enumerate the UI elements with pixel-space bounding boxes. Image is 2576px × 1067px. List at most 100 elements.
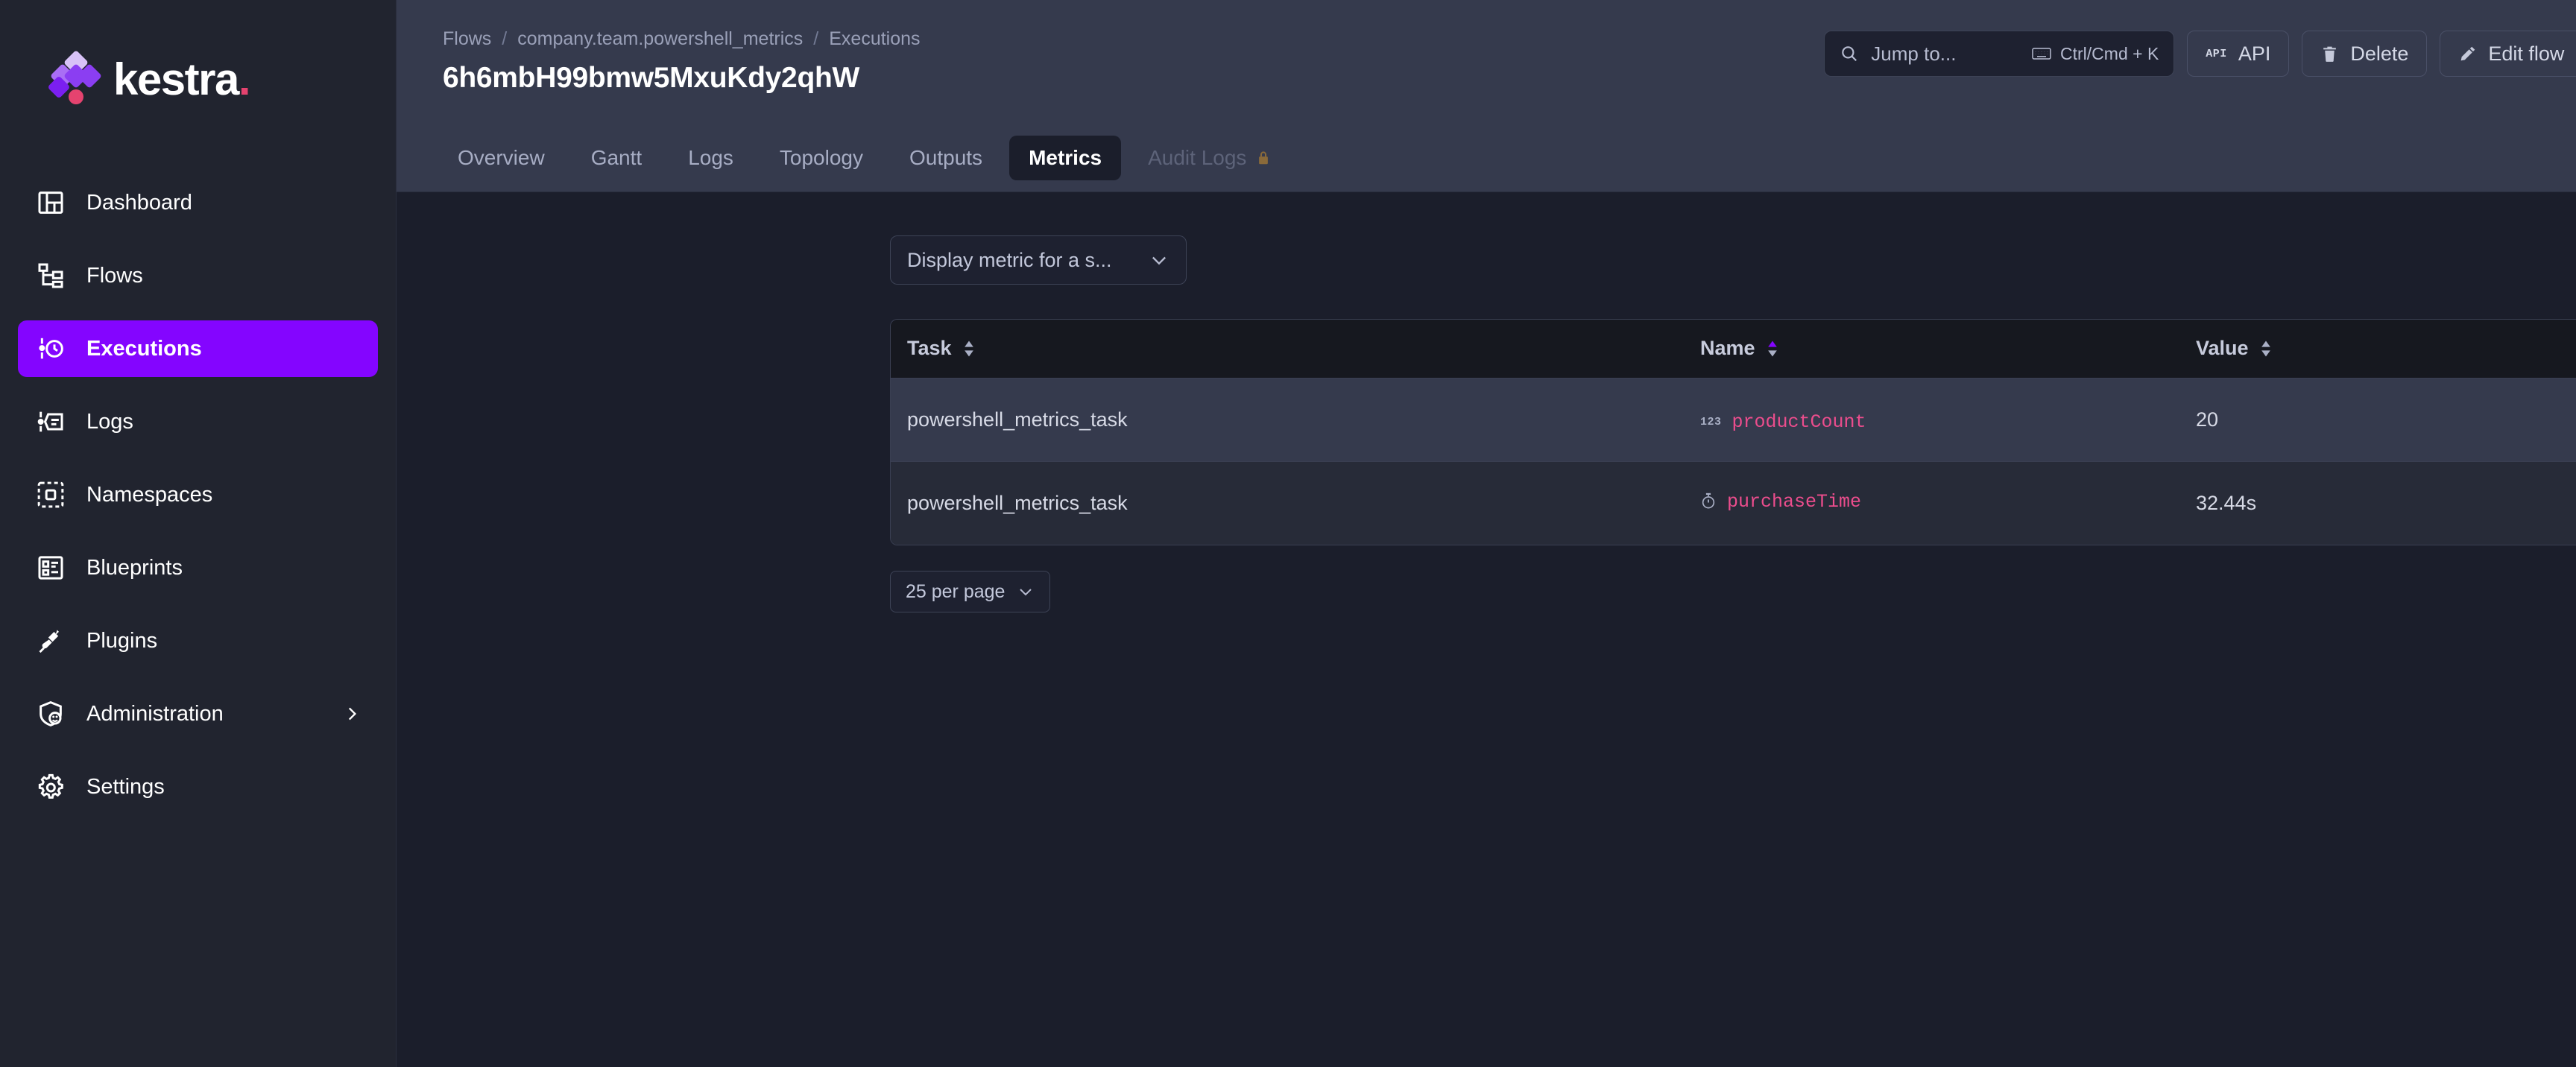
sidebar-item-label: Blueprints — [86, 555, 183, 580]
jump-to-search[interactable]: Jump to... Ctrl/Cmd + K — [1824, 31, 2175, 77]
sidebar-item-executions[interactable]: Executions — [18, 320, 378, 377]
breadcrumb-separator: / — [502, 28, 508, 49]
pencil-icon — [2458, 45, 2477, 63]
namespaces-icon — [34, 478, 67, 511]
table-row[interactable]: powershell_metrics_task purchaseTime 32.… — [891, 460, 2576, 545]
cell-task: powershell_metrics_task — [891, 460, 1684, 545]
sidebar-item-namespaces[interactable]: Namespaces — [18, 466, 378, 523]
counter-123-icon: 123 — [1700, 415, 1722, 428]
content-area: Display metric for a s... Task Name Valu… — [397, 192, 2576, 612]
breadcrumb-item-flows[interactable]: Flows — [443, 28, 491, 50]
api-button-label: API — [2238, 42, 2271, 65]
plugins-icon — [34, 624, 67, 657]
column-header-value-label: Value — [2196, 337, 2249, 360]
flows-icon — [34, 259, 67, 292]
cell-value: 32.44s — [2179, 460, 2576, 545]
tab-outputs[interactable]: Outputs — [890, 136, 1002, 180]
breadcrumb-item-namespace[interactable]: company.team.powershell_metrics — [517, 28, 803, 50]
brand-wordmark: kestra. — [113, 54, 251, 104]
sort-task[interactable]: Task — [907, 337, 976, 360]
cell-name: 123 productCount — [1684, 378, 2179, 461]
page-title: 6h6mbH99bmw5MxuKdy2qhW — [443, 62, 859, 94]
lock-icon — [1255, 150, 1272, 166]
filter-row: Display metric for a s... — [397, 235, 2576, 285]
jump-to-placeholder: Jump to... — [1871, 42, 1957, 65]
toolbar-actions: Jump to... Ctrl/Cmd + K API API Delete E… — [1824, 19, 2576, 77]
sidebar-item-administration[interactable]: Administration — [18, 686, 378, 742]
brand-dot: . — [238, 54, 251, 104]
api-button[interactable]: API API — [2187, 31, 2290, 77]
cell-name: purchaseTime — [1684, 460, 2179, 545]
sidebar-item-label: Plugins — [86, 628, 158, 653]
per-page-select[interactable]: 25 per page — [890, 571, 1051, 612]
metric-name-label: productCount — [1731, 411, 1866, 433]
sidebar-item-settings[interactable]: Settings — [18, 759, 378, 815]
metric-name-label: purchaseTime — [1727, 490, 1862, 513]
shortcut-hint: Ctrl/Cmd + K — [2032, 44, 2159, 64]
sidebar-item-label: Executions — [86, 336, 202, 361]
sort-arrows-icon — [962, 338, 976, 359]
sidebar-item-label: Dashboard — [86, 190, 192, 215]
sort-value[interactable]: Value — [2196, 337, 2273, 360]
table-row[interactable]: powershell_metrics_task 123 productCount… — [891, 378, 2576, 461]
breadcrumb: Flows / company.team.powershell_metrics … — [443, 28, 921, 50]
settings-icon — [34, 770, 67, 803]
main-area: Flows / company.team.powershell_metrics … — [397, 0, 2576, 1067]
top-bar: Flows / company.team.powershell_metrics … — [397, 0, 2576, 124]
tab-metrics[interactable]: Metrics — [1009, 135, 1122, 180]
logs-icon — [34, 405, 67, 438]
executions-icon — [34, 332, 67, 365]
tab-audit-logs: Audit Logs — [1128, 136, 1291, 180]
trash-icon — [2320, 45, 2339, 63]
header-left: Flows / company.team.powershell_metrics … — [443, 19, 921, 95]
tab-gantt[interactable]: Gantt — [572, 136, 661, 180]
dashboard-icon — [34, 186, 67, 219]
edit-flow-button-label: Edit flow — [2488, 42, 2565, 65]
brand-logo[interactable]: kestra. — [0, 50, 396, 106]
tab-audit-logs-label: Audit Logs — [1148, 145, 1247, 169]
metric-name: 123 productCount — [1700, 411, 1866, 433]
sidebar-item-plugins[interactable]: Plugins — [18, 612, 378, 669]
timer-icon — [1700, 493, 1717, 510]
chevron-down-icon — [1017, 583, 1035, 601]
brand-name: kestra — [113, 54, 239, 104]
metric-select-value: Display metric for a s... — [907, 248, 1112, 271]
sidebar-item-blueprints[interactable]: Blueprints — [18, 539, 378, 596]
api-icon: API — [2206, 47, 2227, 60]
sidebar-item-label: Administration — [86, 701, 224, 726]
cell-task: powershell_metrics_task — [891, 378, 1684, 461]
sort-arrows-icon — [2259, 338, 2273, 359]
column-header-value: Value — [2179, 320, 2576, 379]
sidebar-item-dashboard[interactable]: Dashboard — [18, 174, 378, 231]
keyboard-icon — [2032, 46, 2051, 61]
sidebar: kestra. Dashboard Flows Executions Logs … — [0, 0, 397, 1067]
tab-logs[interactable]: Logs — [669, 136, 753, 180]
kestra-logo-icon — [47, 50, 102, 106]
search-icon — [1840, 44, 1859, 63]
edit-flow-button[interactable]: Edit flow — [2440, 31, 2576, 77]
sidebar-item-label: Settings — [86, 774, 165, 799]
app-root: kestra. Dashboard Flows Executions Logs … — [0, 0, 2576, 1067]
column-header-name: Name — [1684, 320, 2179, 379]
metric-name: purchaseTime — [1700, 491, 1861, 513]
shortcut-text: Ctrl/Cmd + K — [2060, 43, 2159, 63]
tab-topology[interactable]: Topology — [760, 136, 883, 180]
breadcrumb-separator: / — [813, 28, 819, 49]
sidebar-item-logs[interactable]: Logs — [18, 393, 378, 450]
administration-icon — [34, 697, 67, 730]
delete-button[interactable]: Delete — [2302, 31, 2428, 77]
breadcrumb-item-executions[interactable]: Executions — [829, 28, 920, 50]
sort-arrows-icon — [1766, 338, 1779, 359]
sidebar-item-label: Flows — [86, 263, 143, 288]
chevron-down-icon — [1149, 250, 1169, 270]
per-page-label: 25 per page — [906, 580, 1006, 602]
cell-value: 20 — [2179, 378, 2576, 461]
sidebar-item-flows[interactable]: Flows — [18, 247, 378, 304]
chevron-right-icon — [342, 704, 362, 724]
metric-select[interactable]: Display metric for a s... — [890, 235, 1187, 285]
sort-name[interactable]: Name — [1700, 337, 1779, 360]
blueprints-icon — [34, 551, 67, 584]
tab-overview[interactable]: Overview — [438, 136, 564, 180]
table-header-row: Task Name Value — [891, 320, 2576, 379]
table-footer: 25 per page Total: 2 — [890, 571, 2576, 612]
